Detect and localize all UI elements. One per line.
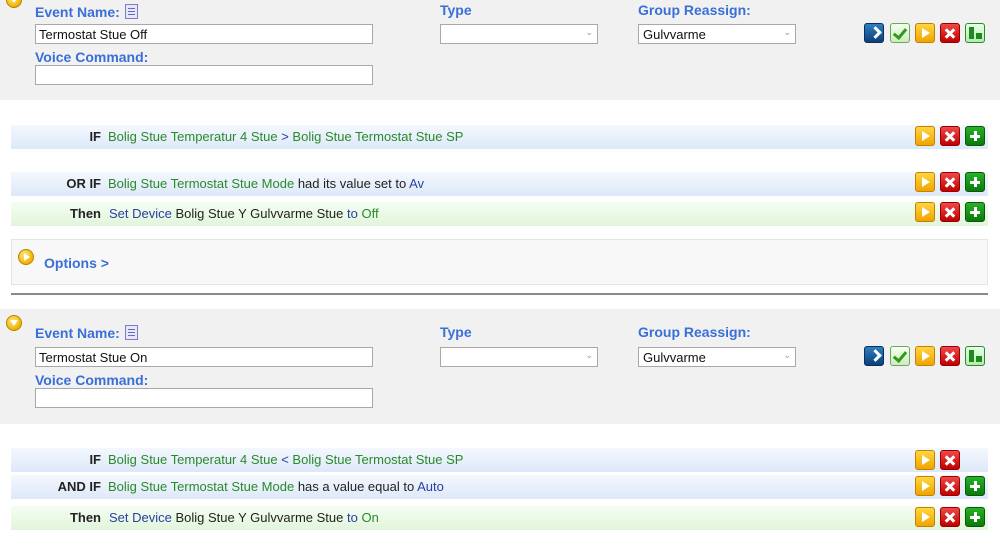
row-operator[interactable]: to bbox=[347, 206, 358, 221]
condition-row: IF Bolig Stue Temperatur 4 Stue > Bolig … bbox=[11, 125, 988, 149]
chevron-down-icon: ⌄ bbox=[783, 350, 791, 360]
type-select[interactable]: ⌄ bbox=[440, 347, 598, 367]
collapse-toggle-icon[interactable] bbox=[6, 315, 22, 331]
add-row-button[interactable] bbox=[965, 202, 985, 222]
row-operator[interactable]: had its value set to bbox=[294, 176, 409, 191]
action-row: Then Set Device Bolig Stue Y Gulvvarme S… bbox=[11, 202, 988, 226]
group-event-button[interactable] bbox=[965, 346, 985, 366]
notes-icon[interactable] bbox=[124, 325, 138, 340]
voice-command-label: Voice Command: bbox=[35, 372, 149, 388]
event-name-label: Event Name: bbox=[35, 4, 138, 20]
type-select[interactable]: ⌄ bbox=[440, 24, 598, 44]
row-device[interactable]: Bolig Stue Y Gulvvarme Stue bbox=[172, 510, 347, 525]
delete-event-button[interactable] bbox=[940, 23, 960, 43]
condition-row: AND IF Bolig Stue Termostat Stue Mode ha… bbox=[11, 475, 988, 499]
chevron-down-icon: ⌄ bbox=[783, 27, 791, 37]
row-action[interactable]: Set Device bbox=[109, 206, 172, 221]
event-name-input[interactable] bbox=[35, 347, 373, 367]
row-text: Bolig Stue Temperatur 4 Stue > Bolig Stu… bbox=[108, 125, 463, 149]
test-row-button[interactable] bbox=[915, 450, 935, 470]
row-value[interactable]: On bbox=[358, 510, 378, 525]
delete-row-button[interactable] bbox=[940, 172, 960, 192]
delete-row-button[interactable] bbox=[940, 476, 960, 496]
row-text: Bolig Stue Termostat Stue Mode had its v… bbox=[108, 172, 424, 196]
event-1-header bbox=[0, 0, 1000, 100]
row-action[interactable]: Set Device bbox=[109, 510, 172, 525]
row-keyword: IF bbox=[89, 129, 101, 144]
add-row-button[interactable] bbox=[965, 476, 985, 496]
add-row-button[interactable] bbox=[965, 172, 985, 192]
add-row-button[interactable] bbox=[965, 507, 985, 527]
event-name-input[interactable] bbox=[35, 24, 373, 44]
row-device[interactable]: Bolig Stue Termostat Stue Mode bbox=[108, 479, 294, 494]
row-device[interactable]: Bolig Stue Termostat Stue SP bbox=[292, 129, 463, 144]
row-text: Bolig Stue Temperatur 4 Stue < Bolig Stu… bbox=[108, 448, 463, 472]
row-keyword: Then bbox=[69, 206, 101, 221]
delete-row-button[interactable] bbox=[940, 507, 960, 527]
row-keyword: IF bbox=[89, 452, 101, 467]
notes-icon[interactable] bbox=[124, 4, 138, 19]
event-name-label-text: Event Name: bbox=[35, 325, 120, 341]
options-panel: Options > bbox=[11, 239, 988, 285]
chevron-down-icon: ⌄ bbox=[585, 27, 593, 37]
test-row-button[interactable] bbox=[915, 126, 935, 146]
group-reassign-select[interactable]: Gulvvarme ⌄ bbox=[638, 347, 796, 367]
row-device[interactable]: Bolig Stue Termostat Stue SP bbox=[292, 452, 463, 467]
row-device[interactable]: Bolig Stue Temperatur 4 Stue bbox=[108, 129, 278, 144]
row-keyword: OR IF bbox=[66, 176, 101, 191]
row-operator[interactable]: < bbox=[278, 452, 293, 467]
row-text: Set Device Bolig Stue Y Gulvvarme Stue t… bbox=[109, 202, 379, 226]
row-keyword: Then bbox=[69, 510, 101, 525]
row-device[interactable]: Bolig Stue Termostat Stue Mode bbox=[108, 176, 294, 191]
group-reassign-label: Group Reassign: bbox=[638, 2, 751, 18]
row-text: Bolig Stue Termostat Stue Mode has a val… bbox=[108, 475, 444, 499]
save-event-button[interactable] bbox=[890, 346, 910, 366]
delete-row-button[interactable] bbox=[940, 450, 960, 470]
type-label: Type bbox=[440, 2, 472, 18]
event-divider bbox=[11, 293, 988, 295]
voice-command-label: Voice Command: bbox=[35, 49, 149, 65]
event-name-label-text: Event Name: bbox=[35, 4, 120, 20]
condition-row: OR IF Bolig Stue Termostat Stue Mode had… bbox=[11, 172, 988, 196]
save-event-button[interactable] bbox=[890, 23, 910, 43]
row-keyword: AND IF bbox=[57, 479, 101, 494]
add-row-button[interactable] bbox=[965, 126, 985, 146]
type-label: Type bbox=[440, 324, 472, 340]
test-row-button[interactable] bbox=[915, 202, 935, 222]
row-value[interactable]: Auto bbox=[417, 479, 444, 494]
delete-row-button[interactable] bbox=[940, 126, 960, 146]
test-event-button[interactable] bbox=[915, 23, 935, 43]
run-event-button[interactable] bbox=[864, 23, 884, 43]
row-device[interactable]: Bolig Stue Temperatur 4 Stue bbox=[108, 452, 278, 467]
group-event-button[interactable] bbox=[965, 23, 985, 43]
options-expand-icon[interactable] bbox=[18, 249, 34, 265]
test-row-button[interactable] bbox=[915, 507, 935, 527]
run-event-button[interactable] bbox=[864, 346, 884, 366]
event-name-label: Event Name: bbox=[35, 325, 138, 341]
test-row-button[interactable] bbox=[915, 172, 935, 192]
test-event-button[interactable] bbox=[915, 346, 935, 366]
row-operator[interactable]: has a value equal to bbox=[294, 479, 417, 494]
action-row: Then Set Device Bolig Stue Y Gulvvarme S… bbox=[11, 506, 988, 530]
delete-event-button[interactable] bbox=[940, 346, 960, 366]
row-operator[interactable]: > bbox=[278, 129, 293, 144]
group-select-value: Gulvvarme bbox=[643, 350, 706, 365]
condition-row: IF Bolig Stue Temperatur 4 Stue < Bolig … bbox=[11, 448, 988, 472]
voice-command-input[interactable] bbox=[35, 65, 373, 85]
row-device[interactable]: Bolig Stue Y Gulvvarme Stue bbox=[172, 206, 347, 221]
chevron-down-icon: ⌄ bbox=[585, 350, 593, 360]
delete-row-button[interactable] bbox=[940, 202, 960, 222]
test-row-button[interactable] bbox=[915, 476, 935, 496]
group-select-value: Gulvvarme bbox=[643, 27, 706, 42]
row-operator[interactable]: to bbox=[347, 510, 358, 525]
voice-command-input[interactable] bbox=[35, 388, 373, 408]
row-text: Set Device Bolig Stue Y Gulvvarme Stue t… bbox=[109, 506, 379, 530]
options-link[interactable]: Options > bbox=[44, 255, 109, 271]
row-value[interactable]: Av bbox=[409, 176, 424, 191]
row-value[interactable]: Off bbox=[358, 206, 378, 221]
group-reassign-select[interactable]: Gulvvarme ⌄ bbox=[638, 24, 796, 44]
group-reassign-label: Group Reassign: bbox=[638, 324, 751, 340]
